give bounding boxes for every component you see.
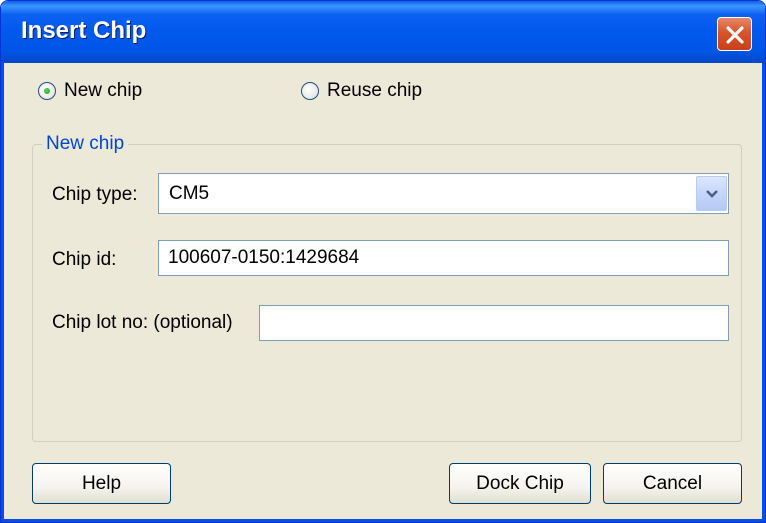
new-chip-radio[interactable]: New chip bbox=[38, 79, 178, 107]
close-button[interactable] bbox=[717, 17, 752, 51]
dialog-title: Insert Chip bbox=[21, 17, 147, 44]
groupbox-legend: New chip bbox=[42, 132, 129, 156]
close-icon bbox=[726, 26, 744, 44]
radio-button-selected[interactable] bbox=[38, 82, 56, 100]
radio-button-unselected[interactable] bbox=[301, 82, 319, 100]
radio-dot bbox=[44, 88, 50, 94]
chip-type-value: CM5 bbox=[169, 183, 210, 204]
dock-chip-button[interactable]: Dock Chip bbox=[449, 463, 591, 504]
insert-chip-dialog: Insert Chip New chip Reuse chip New chip… bbox=[0, 0, 766, 523]
reuse-chip-radio[interactable]: Reuse chip bbox=[301, 79, 451, 107]
window-frame-right bbox=[762, 63, 765, 522]
window-frame-bottom bbox=[1, 519, 765, 522]
chip-lot-label: Chip lot no: (optional) bbox=[52, 312, 233, 333]
cancel-button[interactable]: Cancel bbox=[603, 463, 742, 504]
title-bar[interactable]: Insert Chip bbox=[1, 1, 765, 63]
chevron-down-icon bbox=[706, 190, 718, 198]
help-button[interactable]: Help bbox=[32, 463, 171, 504]
chip-type-select[interactable]: CM5 bbox=[158, 173, 729, 214]
dropdown-button[interactable] bbox=[696, 176, 727, 211]
chip-id-input[interactable]: 100607-0150:1429684 bbox=[158, 240, 729, 276]
window-frame-left bbox=[1, 63, 4, 522]
chip-lot-input[interactable] bbox=[259, 305, 729, 341]
chip-id-label: Chip id: bbox=[52, 249, 117, 270]
reuse-chip-radio-label[interactable]: Reuse chip bbox=[327, 79, 422, 103]
chip-type-label: Chip type: bbox=[52, 184, 138, 205]
new-chip-radio-label[interactable]: New chip bbox=[64, 79, 142, 103]
